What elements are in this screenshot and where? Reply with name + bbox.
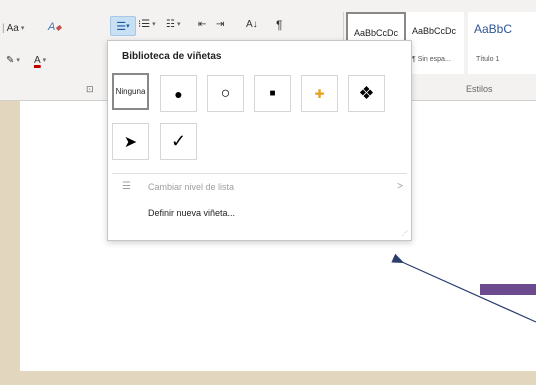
define-new-bullet-item[interactable]: Definir nueva viñeta...	[148, 208, 235, 218]
bullet-option-filled-circle[interactable]: ●	[160, 75, 197, 112]
filled-circle-bullet-icon: ●	[174, 85, 183, 102]
annotation-arrow-line	[391, 253, 536, 323]
bullet-option-colored-cross[interactable]: ✚	[301, 75, 338, 112]
colored-cross-bullet-icon: ✚	[314, 86, 325, 101]
arrowhead-bullet-icon: ➤	[123, 133, 138, 151]
filled-square-bullet-icon: ■	[269, 88, 276, 99]
hollow-circle-bullet-icon: ○	[220, 84, 231, 102]
change-list-level-icon: ☰	[122, 181, 131, 192]
checkmark-bullet-icon: ✓	[170, 131, 187, 151]
menu-separator	[112, 173, 407, 174]
bullet-option-hollow-circle[interactable]: ○	[207, 75, 244, 112]
none-label: Ninguna	[115, 87, 146, 96]
bullet-option-diamond-cluster[interactable]: ❖	[348, 75, 385, 112]
chevron-right-icon: >	[397, 181, 403, 192]
bullet-library-menu: Biblioteca de viñetas Ninguna ● ○ ■ ✚ ❖ …	[107, 40, 412, 241]
diamond-cluster-bullet-icon: ❖	[358, 83, 375, 103]
bullet-option-filled-square[interactable]: ■	[254, 75, 291, 112]
resize-grip-icon[interactable]: ⋰	[402, 230, 408, 237]
bullet-option-arrowhead[interactable]: ➤	[112, 123, 149, 160]
bullet-library-title: Biblioteca de viñetas	[122, 51, 222, 62]
bullet-option-checkmark[interactable]: ✓	[160, 123, 197, 160]
change-list-level-item[interactable]: Cambiar nivel de lista	[148, 182, 234, 192]
bullet-option-none[interactable]: Ninguna	[112, 73, 149, 110]
